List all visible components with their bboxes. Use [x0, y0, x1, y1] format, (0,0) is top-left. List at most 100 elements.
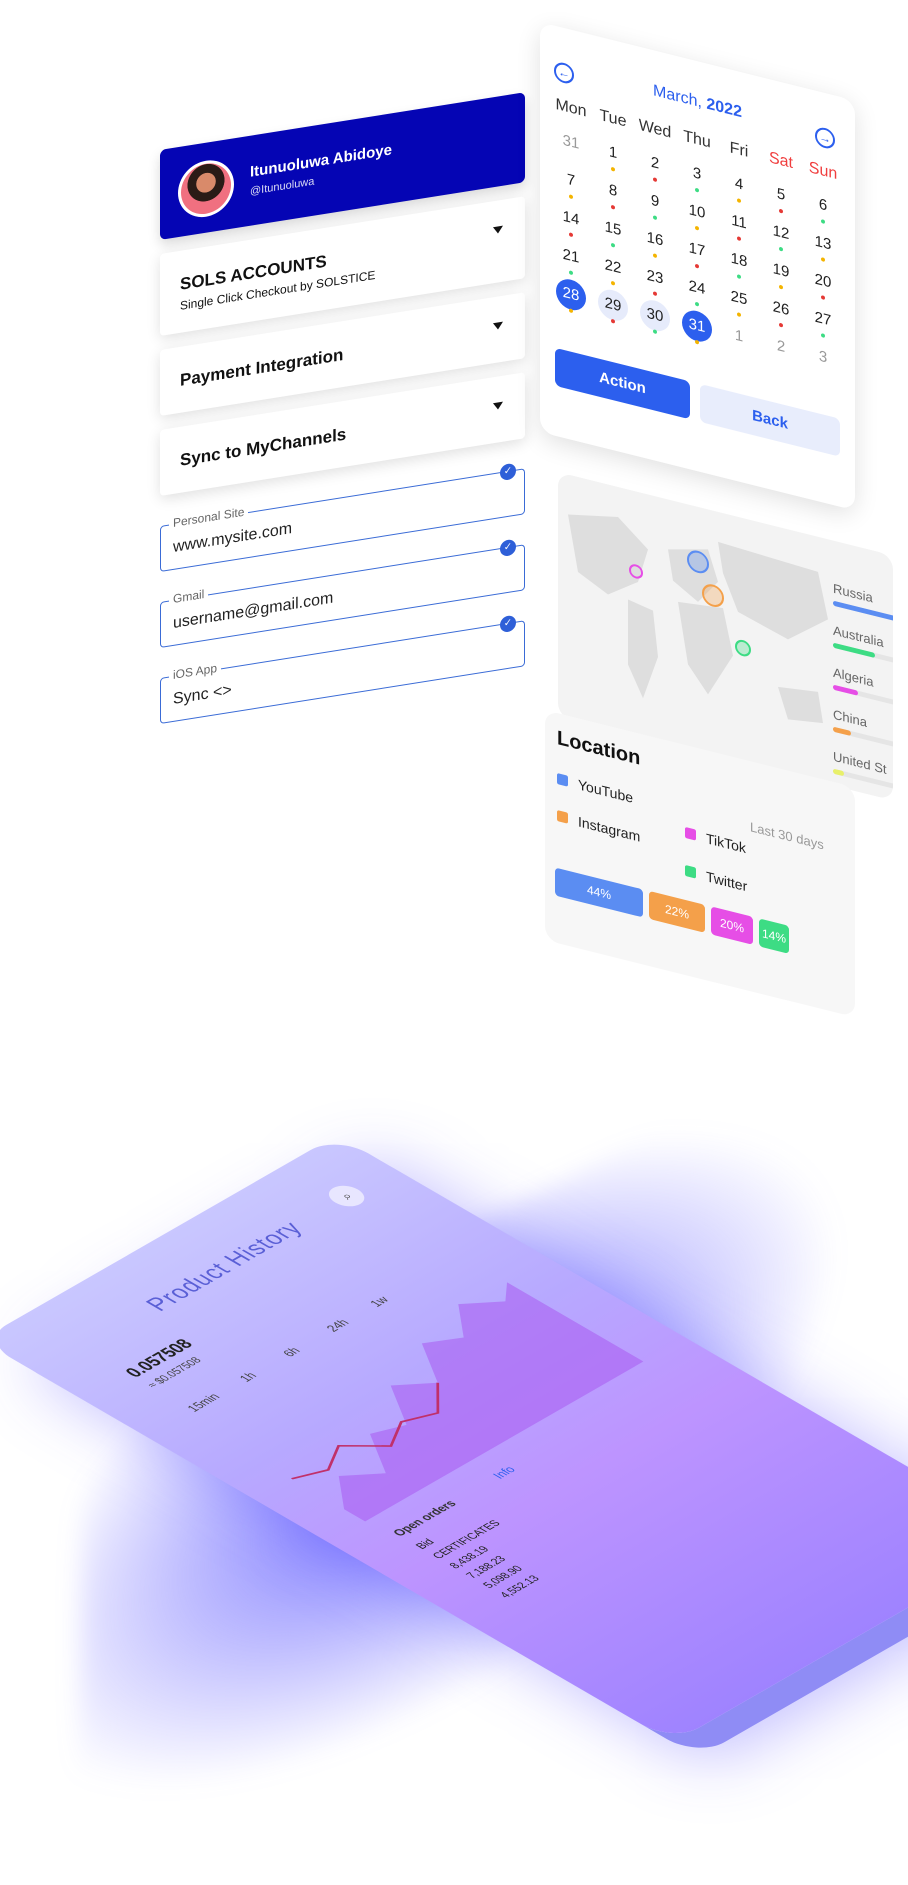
bid-list: Bid CERTIFICATES 8,438.19 7,188.23 5,098…: [411, 1508, 574, 1602]
check-icon: ✓: [500, 462, 516, 482]
event-dot: [653, 291, 657, 297]
country-bar-track: [833, 726, 893, 750]
price-chart: [290, 1282, 644, 1522]
day-number: 18: [730, 249, 748, 271]
field-label: Personal Site: [169, 504, 249, 531]
event-dot: [779, 284, 783, 290]
caret-down-icon[interactable]: [493, 401, 503, 411]
calendar-grid: Mon Tue Wed Thu Fri Sat Sun 31 1 2 3 4 5 6 7 8 9 10 11 12 13…: [550, 94, 845, 392]
country-bar-fill: [833, 726, 851, 736]
legend-instagram: Instagram: [557, 808, 640, 845]
event-dot: [737, 312, 741, 318]
event-dot: [569, 270, 573, 276]
action-button[interactable]: Action: [555, 347, 690, 420]
search-icon[interactable]: ⌕: [321, 1181, 372, 1211]
day-number: 2: [650, 153, 660, 173]
event-dot: [653, 177, 657, 183]
event-dot: [695, 339, 699, 345]
day-number: 16: [646, 228, 664, 250]
event-dot: [611, 318, 615, 324]
share-bar: 14%: [759, 918, 789, 954]
day-number: 9: [650, 191, 660, 211]
caret-down-icon[interactable]: [493, 321, 503, 331]
field-label: iOS App: [169, 660, 222, 683]
day-number: 4: [734, 174, 744, 194]
period-label: Last 30 days: [750, 819, 824, 853]
profile-name: Itunuoluwa Abidoye: [250, 141, 392, 181]
day-number: 26: [772, 298, 790, 320]
day-number: 17: [688, 239, 706, 261]
day-number: 21: [562, 245, 580, 267]
tiktok-swatch: [685, 826, 696, 841]
check-icon: ✓: [500, 538, 516, 558]
tab-1w[interactable]: 1w: [368, 1295, 393, 1309]
day-number: 19: [772, 260, 790, 282]
day-number: 1: [734, 326, 744, 346]
youtube-swatch: [557, 772, 568, 787]
day-number: 3: [818, 347, 828, 367]
day-number: 15: [604, 218, 622, 240]
calendar-card: ← March, 2022 → Mon Tue Wed Thu Fri Sat Sun 31 1…: [540, 22, 855, 511]
day-number: 31: [562, 131, 580, 153]
day-number: 11: [731, 211, 747, 233]
tab-6h[interactable]: 6h: [281, 1346, 304, 1359]
day-number: 6: [818, 195, 828, 215]
event-dot: [737, 236, 741, 242]
country-bar-track: [833, 600, 893, 624]
event-dot: [611, 242, 615, 248]
day-number: 23: [646, 266, 664, 288]
country-bars: Russia Australia Algeria China United St: [833, 581, 893, 801]
account-panel: Itunuoluwa Abidoye @Itunuoluwa SOLS ACCO…: [160, 92, 525, 724]
location-title: Location: [557, 726, 641, 770]
event-dot: [779, 322, 783, 328]
tab-1h[interactable]: 1h: [237, 1371, 260, 1384]
country-bar-fill: [833, 600, 893, 622]
legend-twitter: Twitter: [685, 863, 747, 894]
event-dot: [611, 280, 615, 286]
accordion-title: Payment Integration: [180, 344, 344, 390]
caret-down-icon[interactable]: [493, 225, 503, 235]
instagram-swatch: [557, 809, 568, 824]
event-dot: [737, 198, 741, 204]
day-number: 25: [730, 287, 748, 309]
country-bar-track: [833, 642, 893, 666]
china-marker: [702, 584, 724, 607]
share-bar: 22%: [649, 890, 705, 933]
event-dot: [569, 194, 573, 200]
event-dot: [695, 263, 699, 269]
month-label: March,: [653, 82, 702, 112]
day-number: 12: [772, 222, 790, 244]
field-label: Gmail: [169, 586, 209, 607]
info-tab[interactable]: Info: [491, 1465, 520, 1481]
share-bar: 44%: [555, 867, 643, 918]
day-number: 7: [566, 170, 576, 190]
event-dot: [821, 219, 825, 225]
event-dot: [737, 274, 741, 280]
day-number: 27: [814, 308, 832, 330]
day-number: 24: [688, 277, 706, 299]
event-dot: [821, 257, 825, 263]
event-dot: [653, 329, 657, 335]
day-number: 22: [604, 256, 622, 278]
day-number: 8: [608, 181, 618, 201]
year-label: 2022: [706, 95, 742, 122]
event-dot: [695, 225, 699, 231]
country-bar-fill: [833, 768, 844, 777]
australia-marker: [735, 639, 751, 657]
day-number: 20: [814, 270, 832, 292]
day-number: 10: [688, 201, 706, 223]
back-button[interactable]: Back: [700, 383, 840, 457]
event-dot: [695, 301, 699, 307]
share-bar: 20%: [711, 906, 753, 945]
day-number: 14: [562, 207, 580, 229]
event-dot: [569, 232, 573, 238]
day-number: 1: [608, 143, 618, 163]
legend-tiktok: TikTok: [685, 825, 746, 856]
field-value[interactable]: Sync <>: [173, 682, 232, 709]
day-number: 13: [814, 232, 832, 254]
tab-24h[interactable]: 24h: [324, 1318, 353, 1334]
legend-youtube: YouTube: [557, 771, 633, 806]
country-bar-fill: [833, 684, 858, 696]
event-dot: [821, 333, 825, 339]
product-history-title: Product History: [138, 1216, 310, 1315]
